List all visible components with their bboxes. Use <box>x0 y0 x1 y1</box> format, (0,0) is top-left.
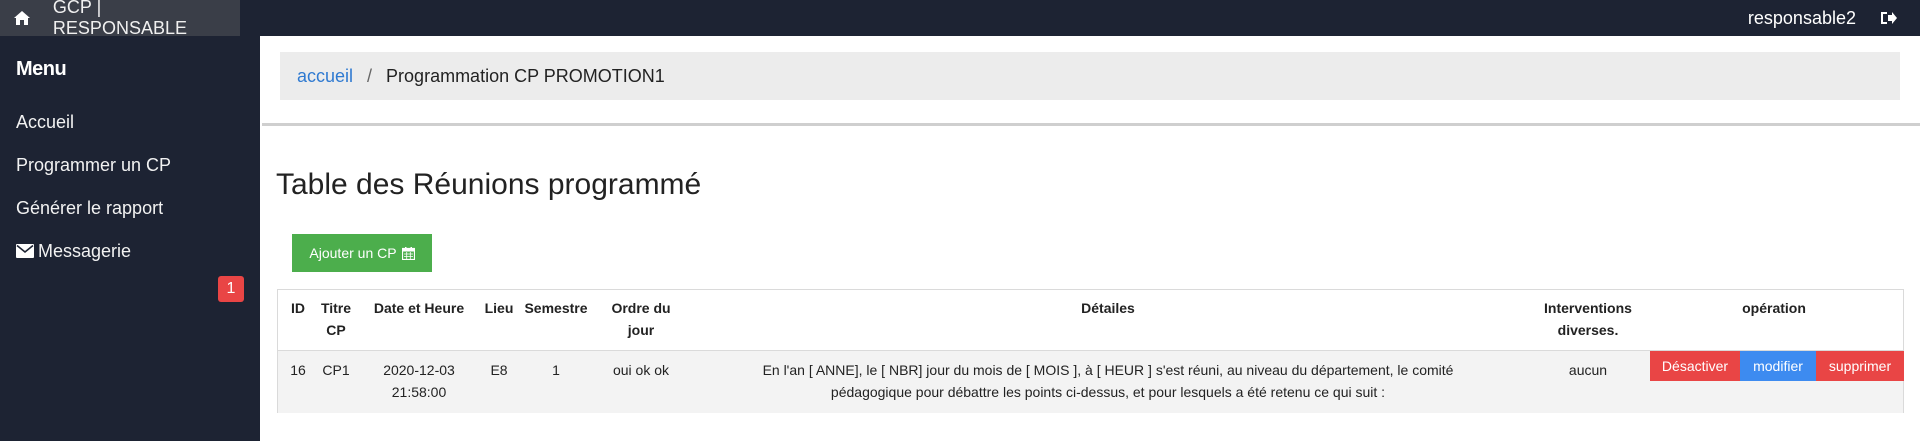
page-title: Table des Réunions programmé <box>276 168 702 201</box>
meetings-table: ID Titre CP Date et Heure Lieu Semestre … <box>277 289 1904 413</box>
cell-interventions: aucun <box>1568 362 1608 378</box>
divider <box>262 123 1920 126</box>
edit-button[interactable]: modifier <box>1740 351 1816 381</box>
envelope-icon <box>16 244 34 258</box>
delete-button[interactable]: supprimer <box>1816 351 1904 381</box>
cell-lieu: E8 <box>490 362 508 378</box>
breadcrumb-current: Programmation CP PROMOTION1 <box>386 65 665 86</box>
cell-titre: CP1 <box>322 362 350 378</box>
header-titre: Titre CP <box>316 297 356 341</box>
header-titre-line2: CP <box>326 322 346 338</box>
cell-semestre: 1 <box>552 362 560 378</box>
logout-icon[interactable] <box>1874 0 1904 36</box>
header-lieu: Lieu <box>484 300 514 316</box>
header-details: Détailes <box>1081 300 1135 316</box>
sidebar-item-accueil[interactable]: Accueil <box>16 109 74 135</box>
sidebar-title: Menu <box>16 58 67 80</box>
deactivate-button[interactable]: Désactiver <box>1650 351 1740 381</box>
breadcrumb-home-link[interactable]: accueil <box>297 66 353 87</box>
cell-details-line1: En l'an [ ANNE], le [ NBR] jour du mois … <box>762 362 1454 378</box>
top-navbar: GCP | RESPONSABLE responsable2 <box>0 0 1920 39</box>
cell-details: En l'an [ ANNE], le [ NBR] jour du mois … <box>700 359 1516 403</box>
home-icon[interactable] <box>0 10 44 26</box>
cell-date-day: 2020-12-03 <box>383 362 455 378</box>
username[interactable]: responsable2 <box>1748 0 1856 36</box>
header-id: ID <box>291 300 305 316</box>
cell-details-line2: pédagogique pour débattre les points ci-… <box>830 384 1386 400</box>
cell-date: 2020-12-03 21:58:00 <box>364 359 474 403</box>
sidebar-item-messagerie[interactable]: Messagerie <box>16 238 131 264</box>
header-interventions-line2: diverses. <box>1557 322 1619 338</box>
header-semestre: Semestre <box>524 300 588 316</box>
sidebar-item-label: Messagerie <box>38 240 132 261</box>
header-titre-line1: Titre <box>320 300 352 316</box>
cell-ordre: oui ok ok <box>612 362 670 378</box>
message-count-badge: 1 <box>218 276 244 302</box>
cell-date-time: 21:58:00 <box>391 384 447 400</box>
table-header: ID Titre CP Date et Heure Lieu Semestre … <box>278 290 1903 351</box>
cell-operation: Désactiver modifier supprimer <box>1650 351 1904 381</box>
brand[interactable]: GCP | RESPONSABLE <box>0 0 240 39</box>
header-date: Date et Heure <box>373 300 465 316</box>
breadcrumb: accueil / Programmation CP PROMOTION1 <box>280 52 1900 100</box>
header-interventions-line1: Interventions <box>1544 300 1632 316</box>
cell-id: 16 <box>290 362 306 378</box>
breadcrumb-separator: / <box>367 65 373 86</box>
sidebar-item-programmer[interactable]: Programmer un CP <box>16 152 171 178</box>
calendar-icon <box>401 246 415 260</box>
header-operation: opération <box>1742 300 1806 316</box>
brand-title[interactable]: GCP | RESPONSABLE <box>44 0 240 39</box>
add-cp-button[interactable]: Ajouter un CP <box>292 234 432 272</box>
sidebar-item-rapport[interactable]: Générer le rapport <box>16 195 163 221</box>
header-interventions: Interventions diverses. <box>1526 297 1650 341</box>
table-row: 16 CP1 2020-12-03 21:58:00 E8 1 oui ok o… <box>278 351 1904 413</box>
add-cp-label: Ajouter un CP <box>309 245 397 261</box>
header-ordre-line1: Ordre du <box>611 300 671 316</box>
header-ordre-line2: jour <box>627 322 655 338</box>
header-ordre: Ordre du jour <box>596 297 686 341</box>
sidebar: Menu Accueil Programmer un CP Générer le… <box>0 36 260 441</box>
